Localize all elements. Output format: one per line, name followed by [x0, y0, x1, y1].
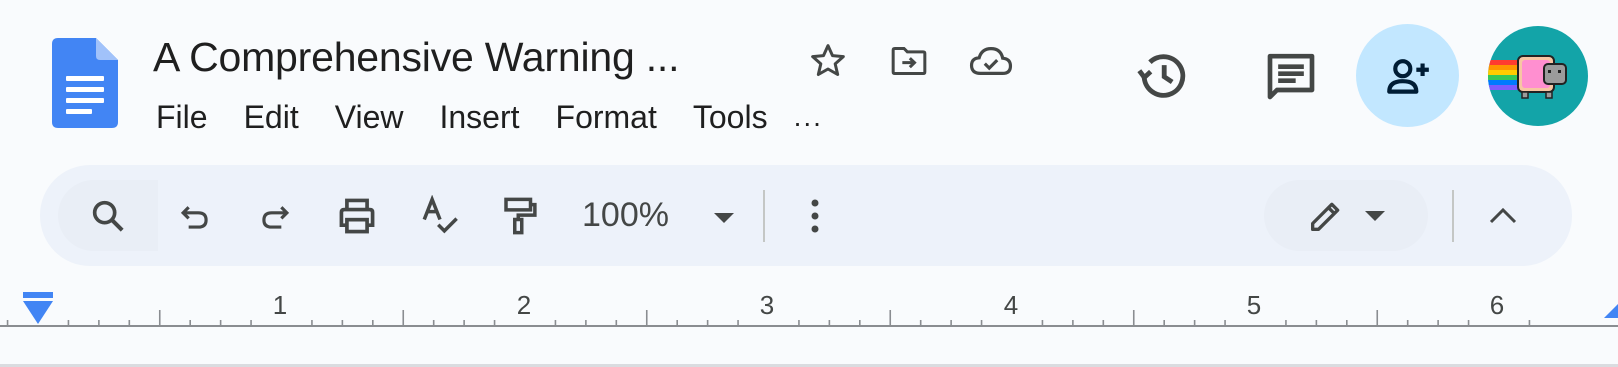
collapse-chevron-icon — [1487, 206, 1519, 226]
user-avatar[interactable] — [1488, 26, 1588, 126]
undo-button[interactable] — [165, 186, 225, 246]
zoom-value[interactable]: 100% — [582, 196, 669, 235]
paint-format-icon — [499, 195, 541, 237]
comments-button[interactable] — [1251, 36, 1331, 116]
more-options-button[interactable] — [785, 186, 845, 246]
hide-menus-button[interactable] — [1473, 186, 1533, 246]
share-button[interactable] — [1356, 24, 1459, 127]
toolbar-divider — [1452, 190, 1454, 242]
spellcheck-button[interactable] — [410, 186, 470, 246]
star-icon[interactable] — [805, 38, 851, 84]
redo-button[interactable] — [245, 186, 305, 246]
ruler-number: 4 — [1003, 290, 1019, 320]
toolbar-divider — [763, 190, 765, 242]
print-button[interactable] — [327, 186, 387, 246]
ruler[interactable]: 1 2 3 4 5 6 — [0, 290, 1618, 350]
version-history-icon — [1134, 47, 1192, 105]
ruler-ticks — [0, 310, 1618, 327]
move-to-folder-icon[interactable] — [886, 38, 932, 84]
edit-mode-pencil-icon — [1306, 196, 1346, 236]
menu-insert[interactable]: Insert — [421, 99, 537, 136]
share-person-add-icon — [1383, 51, 1433, 101]
spellcheck-icon — [419, 195, 461, 237]
menu-tools[interactable]: Tools — [675, 99, 786, 136]
right-indent-marker[interactable] — [1600, 304, 1618, 318]
menu-file[interactable]: File — [138, 99, 226, 136]
search-icon — [88, 196, 128, 236]
caret-down-icon — [1364, 210, 1386, 222]
print-icon — [335, 194, 379, 238]
editing-mode-button[interactable] — [1264, 180, 1428, 251]
menu-bar: File Edit View Insert Format Tools ... — [138, 92, 831, 142]
document-title[interactable]: A Comprehensive Warning ... — [153, 34, 680, 81]
undo-icon — [176, 197, 214, 235]
more-vert-icon — [808, 198, 822, 234]
paint-format-button[interactable] — [490, 186, 550, 246]
redo-icon — [256, 197, 294, 235]
comments-icon — [1263, 48, 1319, 104]
version-history-button[interactable] — [1123, 36, 1203, 116]
ruler-number: 3 — [759, 290, 775, 320]
ruler-number: 1 — [272, 290, 288, 320]
cloud-saved-icon[interactable] — [968, 38, 1014, 84]
ruler-number: 5 — [1246, 290, 1262, 320]
zoom-dropdown-button[interactable] — [704, 198, 744, 238]
ruler-number: 6 — [1489, 290, 1505, 320]
docs-logo[interactable] — [52, 38, 118, 128]
menu-view[interactable]: View — [317, 99, 422, 136]
caret-down-icon — [712, 211, 736, 225]
search-button[interactable] — [78, 186, 138, 246]
menu-more-button[interactable]: ... — [786, 101, 831, 133]
left-indent-marker[interactable] — [22, 290, 54, 324]
ruler-number: 2 — [516, 290, 532, 320]
menu-edit[interactable]: Edit — [226, 99, 317, 136]
menu-format[interactable]: Format — [538, 99, 675, 136]
